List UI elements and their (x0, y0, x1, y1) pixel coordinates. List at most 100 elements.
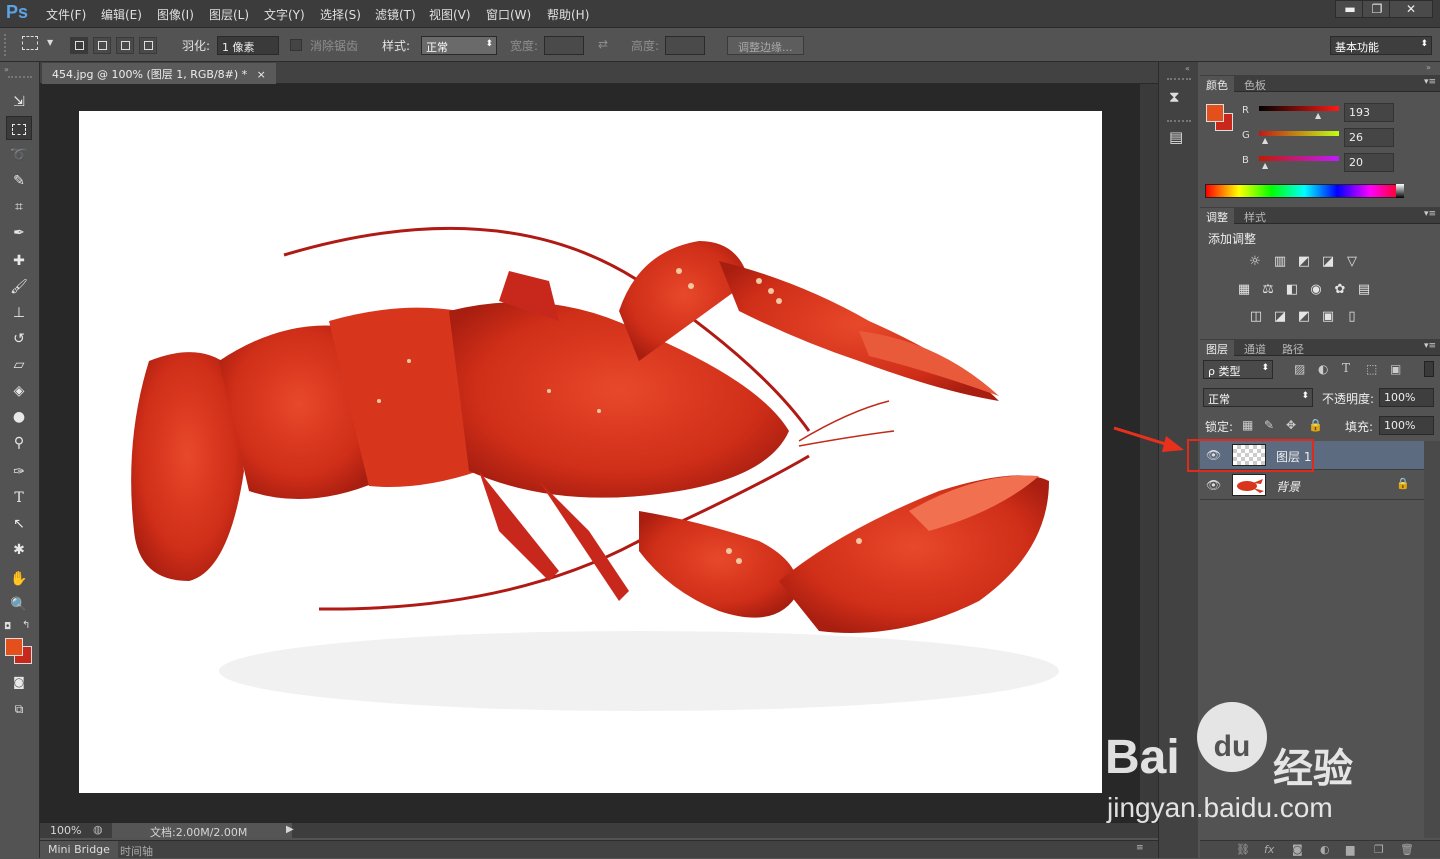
hue-saturation-icon[interactable]: ▦ (1235, 281, 1253, 299)
posterize-icon[interactable]: ◪ (1271, 308, 1289, 326)
antialias-checkbox[interactable] (290, 39, 302, 51)
layer-style-icon[interactable]: fx (1264, 843, 1274, 856)
close-window-button[interactable]: ✕ (1389, 0, 1433, 18)
filter-type-icon[interactable]: T (1342, 361, 1350, 375)
status-menu-arrow-icon[interactable]: ▶ (286, 824, 294, 835)
add-mask-icon[interactable]: ◙ (1292, 843, 1303, 856)
paint-bucket-tool-icon[interactable]: ◈ (6, 379, 32, 403)
panel-menu-icon[interactable]: ▾≡ (1424, 77, 1436, 87)
filter-shape-icon[interactable]: ⬚ (1366, 362, 1377, 376)
zoom-readout[interactable]: 100% (50, 824, 81, 837)
close-tab-icon[interactable]: × (257, 68, 266, 81)
swap-colors-icon[interactable]: ↰ (22, 620, 30, 631)
invert-icon[interactable]: ◫ (1247, 308, 1265, 326)
pen-tool-icon[interactable]: ✑ (6, 460, 32, 484)
lock-transparency-icon[interactable]: ▦ (1242, 418, 1253, 432)
brightness-icon[interactable]: ☼ (1246, 253, 1264, 271)
dodge-tool-icon[interactable]: ⚲ (6, 431, 32, 455)
new-layer-icon[interactable]: ❐ (1374, 843, 1384, 856)
layers-panel-menu-icon[interactable]: ▾≡ (1424, 341, 1436, 351)
green-slider-thumb[interactable]: ▲ (1262, 136, 1268, 145)
collapse-icon[interactable]: » (4, 65, 9, 74)
document-tab[interactable]: 454.jpg @ 100% (图层 1, RGB/8#) * × (42, 63, 276, 84)
rect-marquee-tool-icon[interactable] (6, 116, 32, 140)
menu-view[interactable]: 视图(V) (429, 6, 471, 23)
layer-filter-kind-select[interactable]: ρ 类型 (1203, 360, 1273, 379)
fill-input[interactable]: 100% (1379, 416, 1434, 435)
add-selection-icon[interactable] (93, 37, 111, 54)
eyedropper-tool-icon[interactable]: ✒ (6, 221, 32, 245)
feather-input[interactable]: 1 像素 (217, 36, 279, 55)
blue-value-input[interactable]: 20 (1344, 153, 1394, 172)
style-select[interactable]: 正常 (421, 36, 497, 55)
opacity-input[interactable]: 100% (1379, 388, 1434, 407)
menu-help[interactable]: 帮助(H) (547, 6, 589, 23)
photo-filter-icon[interactable]: ◉ (1307, 281, 1325, 299)
clone-stamp-tool-icon[interactable]: ⊥ (6, 301, 32, 325)
color-lookup-icon[interactable]: ▤ (1355, 281, 1373, 299)
filter-toggle[interactable] (1424, 361, 1434, 377)
blue-slider-thumb[interactable]: ▲ (1262, 161, 1268, 170)
lock-pixels-icon[interactable]: ✎ (1264, 418, 1274, 432)
lasso-tool-icon[interactable]: ➰ (6, 143, 32, 167)
screen-mode-icon[interactable]: ⧉ (6, 697, 32, 721)
black-white-icon[interactable]: ◧ (1283, 281, 1301, 299)
marquee-tool-preset-icon[interactable] (22, 36, 38, 50)
menu-filter[interactable]: 滤镜(T) (375, 6, 416, 23)
tools-grip[interactable] (8, 76, 32, 78)
menu-image[interactable]: 图像(I) (157, 6, 194, 23)
collapse-panels-icon[interactable]: » (1426, 63, 1431, 72)
filter-smart-object-icon[interactable]: ▣ (1390, 362, 1401, 376)
grip-handle[interactable] (4, 34, 8, 56)
menu-select[interactable]: 选择(S) (320, 6, 361, 23)
blur-tool-icon[interactable]: ● (6, 405, 32, 429)
custom-shape-tool-icon[interactable]: ✱ (6, 538, 32, 562)
lock-all-icon[interactable]: 🔒 (1308, 418, 1323, 432)
foreground-color-swatch[interactable] (5, 638, 23, 656)
menu-type[interactable]: 文字(Y) (264, 6, 305, 23)
refine-edge-button[interactable]: 调整边缘... (727, 36, 804, 55)
gradient-map-icon[interactable]: ▯ (1343, 308, 1361, 326)
levels-icon[interactable]: ▥ (1271, 253, 1289, 271)
green-slider[interactable] (1259, 131, 1339, 136)
threshold-icon[interactable]: ◩ (1295, 308, 1313, 326)
tab-paths[interactable]: 路径 (1276, 340, 1310, 356)
new-adjustment-layer-icon[interactable]: ◐ (1320, 843, 1330, 856)
bottom-panel-menu-icon[interactable]: ≡ (1136, 843, 1144, 853)
height-input[interactable] (665, 36, 705, 55)
tab-styles[interactable]: 样式 (1238, 208, 1272, 224)
properties-panel-icon[interactable]: ▤ (1169, 128, 1183, 146)
visibility-eye-icon[interactable]: 👁 (1206, 478, 1221, 492)
selective-color-icon[interactable]: ▣ (1319, 308, 1337, 326)
zoom-tool-icon[interactable]: 🔍 (6, 593, 32, 617)
curves-icon[interactable]: ◩ (1295, 253, 1313, 271)
tab-color[interactable]: 颜色 (1200, 76, 1234, 92)
image-canvas[interactable] (79, 111, 1102, 793)
filter-adjustment-icon[interactable]: ◐ (1318, 362, 1328, 376)
menu-edit[interactable]: 编辑(E) (101, 6, 142, 23)
menu-window[interactable]: 窗口(W) (486, 6, 531, 23)
restore-button[interactable]: ❐ (1362, 0, 1392, 18)
color-panel-foreground-swatch[interactable] (1206, 104, 1224, 122)
filter-pixel-icon[interactable]: ▨ (1294, 362, 1305, 376)
new-group-icon[interactable]: ▆ (1346, 843, 1354, 856)
layer-name[interactable]: 背景 (1276, 478, 1300, 495)
intersect-selection-icon[interactable] (139, 37, 157, 54)
history-brush-tool-icon[interactable]: ↺ (6, 327, 32, 351)
menu-layer[interactable]: 图层(L) (209, 6, 249, 23)
minimize-button[interactable]: ▬ (1335, 0, 1365, 18)
chevron-down-icon[interactable]: ▼ (47, 38, 53, 47)
color-spectrum-ramp[interactable] (1205, 184, 1404, 198)
black-white-ramp[interactable] (1396, 184, 1404, 198)
quick-mask-icon[interactable]: ◙ (6, 670, 32, 694)
color-balance-icon[interactable]: ⚖ (1259, 281, 1277, 299)
exposure-icon[interactable]: ◪ (1319, 253, 1337, 271)
status-info-icon[interactable]: ◍ (93, 823, 103, 836)
green-value-input[interactable]: 26 (1344, 128, 1394, 147)
swap-icon[interactable]: ⇄ (598, 37, 608, 51)
layer-row-background[interactable]: 👁 背景 🔒 (1200, 471, 1424, 500)
tab-adjustments[interactable]: 调整 (1200, 208, 1234, 224)
type-tool-icon[interactable]: T (6, 486, 32, 510)
red-slider-thumb[interactable]: ▲ (1315, 111, 1321, 120)
hand-tool-icon[interactable]: ✋ (6, 567, 32, 591)
